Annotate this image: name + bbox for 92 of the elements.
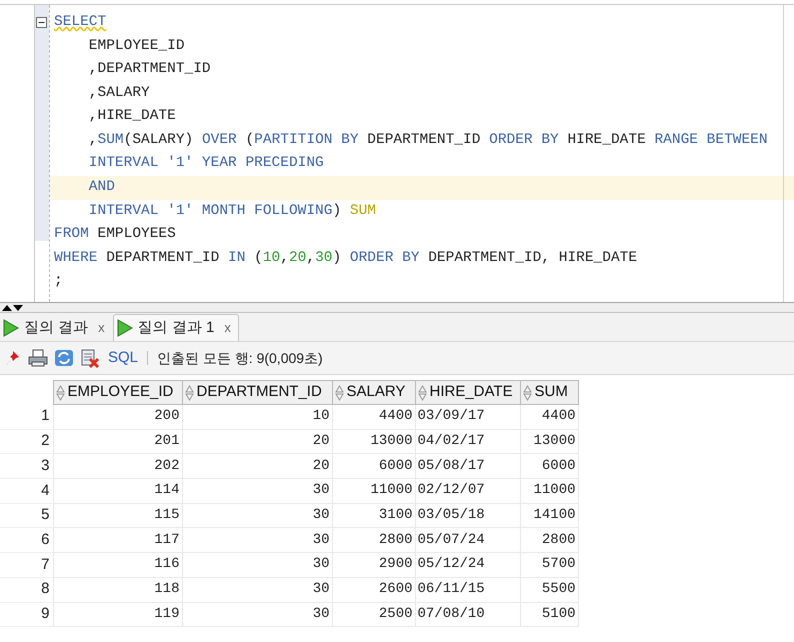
- table-cell: 11000: [520, 478, 578, 504]
- table-cell: 04/02/17: [415, 429, 520, 454]
- table-cell: 117: [53, 528, 182, 553]
- sort-icon: [184, 384, 194, 400]
- close-tab-button[interactable]: x: [224, 318, 231, 338]
- sort-icon: [56, 384, 64, 400]
- table-cell: 3100: [332, 503, 415, 528]
- table-cell: 6000: [332, 454, 415, 479]
- table-cell: 5100: [520, 602, 578, 627]
- code-line: ,SUM(SALARY) OVER (PARTITION BY DEPARTMENT_ID ORDER BY HIRE_DATE RANGE BETWEEN: [88, 130, 769, 150]
- table-cell: 4400: [332, 404, 415, 430]
- sort-icon: [522, 384, 532, 400]
- refresh-icon[interactable]: [54, 348, 74, 368]
- fetch-status: 인출된 모든 행: 9(0,009초): [157, 348, 323, 368]
- collapse-down-icon[interactable]: [13, 304, 23, 310]
- table-cell: 2600: [332, 577, 415, 602]
- sort-icon: [418, 384, 426, 400]
- table-cell: 30: [182, 478, 332, 504]
- row-number: 6: [0, 528, 53, 553]
- row-number: 7: [0, 552, 53, 578]
- table-cell: 07/08/10: [415, 602, 520, 627]
- tab-label: 질의 결과 1: [138, 318, 214, 338]
- column-header[interactable]: SUM: [520, 380, 578, 404]
- table-cell: 30: [182, 503, 332, 528]
- pin-icon[interactable]: [4, 349, 22, 367]
- row-number: 9: [0, 602, 53, 627]
- collapse-icon[interactable]: [36, 17, 47, 28]
- code-line: EMPLOYEE_ID: [88, 36, 186, 56]
- code-line: INTERVAL '1' YEAR PRECEDING: [88, 154, 325, 174]
- table-cell: 118: [53, 577, 182, 602]
- row-number: 5: [0, 503, 53, 528]
- result-tab[interactable]: 질의 결과 1 x: [112, 314, 239, 341]
- column-header[interactable]: EMPLOYEE_ID: [53, 380, 182, 404]
- table-cell: 20: [182, 429, 332, 454]
- table-cell: 05/07/24: [415, 528, 520, 553]
- column-header[interactable]: SALARY: [332, 380, 415, 404]
- table-cell: 5700: [520, 552, 578, 578]
- code-line: ;: [53, 272, 64, 292]
- row-number: 3: [0, 454, 53, 479]
- table-cell: 02/12/07: [415, 478, 520, 504]
- collapse-up-icon[interactable]: [2, 304, 12, 310]
- table-cell: 10: [182, 404, 332, 430]
- code-line: ,HIRE_DATE: [88, 107, 177, 126]
- table-cell: 2800: [332, 528, 415, 553]
- table-cell: 13000: [520, 429, 578, 454]
- table-cell: 03/05/18: [415, 503, 520, 528]
- delete-document-icon[interactable]: [80, 348, 100, 368]
- table-cell: 14100: [520, 503, 578, 528]
- table-cell: 30: [182, 577, 332, 602]
- table-cell: 5500: [520, 577, 578, 602]
- column-header[interactable]: DEPARTMENT_ID: [182, 380, 332, 404]
- row-number: 4: [0, 478, 53, 504]
- table-cell: 06/11/15: [415, 577, 520, 602]
- column-header[interactable]: HIRE_DATE: [415, 380, 520, 404]
- table-cell: 2500: [332, 602, 415, 627]
- sql-link[interactable]: SQL: [108, 346, 138, 370]
- table-cell: 202: [53, 454, 182, 479]
- table-cell: 11000: [332, 478, 415, 504]
- table-cell: 20: [182, 454, 332, 479]
- table-cell: 6000: [520, 454, 578, 479]
- row-number: 1: [0, 404, 53, 430]
- result-tab[interactable]: 질의 결과 x: [0, 315, 113, 341]
- table-cell: 200: [53, 404, 182, 430]
- row-number: 2: [0, 429, 53, 454]
- table-cell: 2800: [520, 528, 578, 553]
- code-line: INTERVAL '1' MONTH FOLLOWING) SUM: [88, 202, 377, 221]
- code-line: WHERE DEPARTMENT_ID IN (10,20,30) ORDER BY DEPARTMENT_ID, HIRE_DATE: [53, 248, 638, 268]
- tab-label: 질의 결과: [24, 318, 88, 338]
- table-cell: 13000: [332, 429, 415, 454]
- table-cell: 30: [182, 602, 332, 627]
- table-cell: 119: [53, 602, 182, 627]
- table-cell: 114: [53, 478, 182, 504]
- table-cell: 2900: [332, 552, 415, 578]
- table-cell: 201: [53, 429, 182, 454]
- sort-icon: [334, 384, 344, 400]
- table-cell: 4400: [520, 404, 578, 430]
- row-number: 8: [0, 577, 53, 602]
- play-icon: [3, 319, 19, 337]
- table-cell: 05/08/17: [415, 454, 520, 479]
- code-line: ,DEPARTMENT_ID: [88, 60, 212, 80]
- table-cell: 05/12/24: [415, 552, 520, 578]
- code-line: ,SALARY: [88, 84, 151, 103]
- table-cell: 03/09/17: [415, 404, 520, 430]
- close-tab-button[interactable]: x: [98, 318, 105, 338]
- table-cell: 30: [182, 528, 332, 553]
- table-cell: 30: [182, 552, 332, 578]
- code-line: FROM EMPLOYEES: [53, 225, 177, 244]
- table-cell: 116: [53, 552, 182, 578]
- table-cell: 115: [53, 503, 182, 528]
- play-icon: [116, 319, 133, 337]
- code-line: SELECT: [53, 12, 108, 32]
- printer-icon[interactable]: [28, 349, 48, 367]
